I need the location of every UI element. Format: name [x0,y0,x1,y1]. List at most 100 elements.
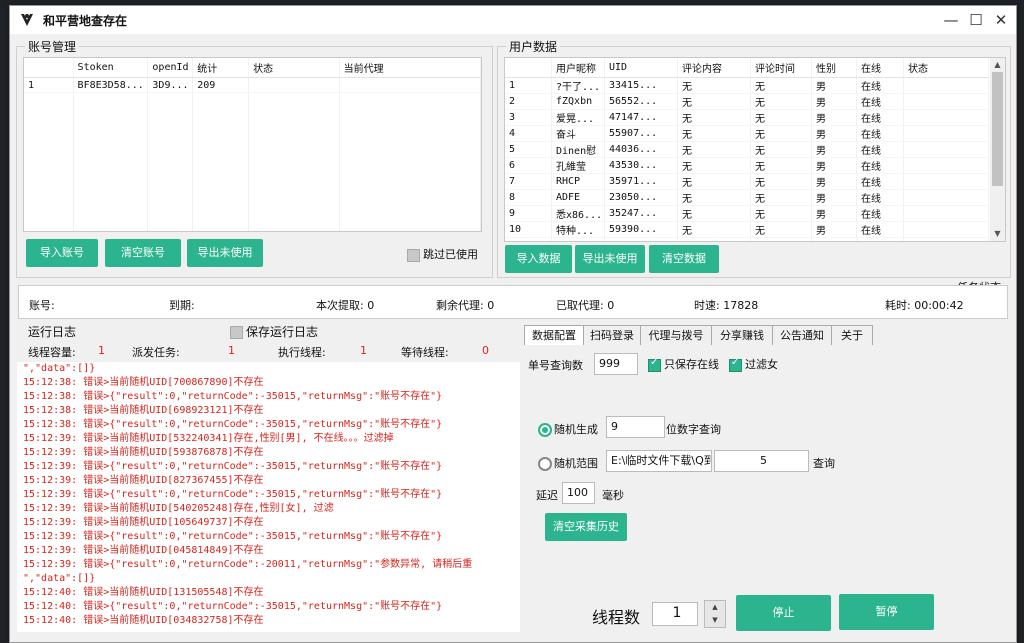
save-log-checkbox[interactable]: 保存运行日志 [230,323,318,340]
close-icon[interactable]: ✕ [990,10,1012,30]
log-line: 15:12:39: 错误>{"result":0,"returnCode":-3… [23,489,443,500]
stepper-down-icon[interactable]: ▼ [705,614,725,627]
title-bar: 和平营地查存在 — ☐ ✕ [10,6,1016,34]
threads-stepper[interactable]: ▲ ▼ [704,600,726,628]
threads-input[interactable]: 1 [652,602,698,626]
table-row[interactable]: 1 BF8E3D58... 3D9... 209 [24,77,481,93]
column-header[interactable]: 评论内容 [677,58,751,78]
table-cell: 在线 [856,237,904,241]
tab-about[interactable]: 关于 [831,325,873,345]
table-row[interactable]: 6 孔維莹 43530... 无无男在线 [505,157,989,174]
column-header[interactable] [505,58,552,78]
only-online-checkbox[interactable]: 只保存在线 [648,356,719,372]
minimize-icon[interactable]: — [940,10,962,30]
userdata-group-title: 用户数据 [506,38,561,55]
got-proxy-status: 已取代理: 0 [556,299,615,312]
column-header[interactable]: 评论时间 [750,58,812,78]
scroll-up-icon[interactable]: ▲ [990,58,1005,72]
table-row[interactable]: 10 特种... 59390... 无无男在线 [505,221,989,238]
table-cell: 无 [677,109,751,126]
tab-qr-login[interactable]: 扫码登录 [583,325,641,345]
app-logo-icon [21,14,33,26]
scroll-down-icon[interactable]: ▼ [990,227,1005,241]
table-row[interactable]: 9 悉x86... 35247... 无无男在线 [505,205,989,222]
column-header[interactable]: 统计 [192,58,250,78]
table-cell: 56552... [604,93,678,110]
delay-input[interactable]: 100 [562,482,595,504]
clear-data-button[interactable]: 清空数据 [649,245,719,273]
table-cell: 35247... [604,205,678,222]
table-cell [903,173,989,190]
skip-used-checkbox[interactable]: 跳过已使用 [407,246,478,262]
export-unused-data-button[interactable]: 导出未使用 [575,245,645,273]
table-cell: 10 [505,221,552,238]
import-data-button[interactable]: 导入数据 [505,245,572,273]
table-cell: 无 [677,157,751,174]
column-header[interactable]: 状态 [248,58,340,78]
log-line: 15:12:40: 错误>当前随机UID[131505548]不存在 [23,587,264,598]
stop-button[interactable]: 停止 [736,595,831,631]
table-row[interactable]: 2 fZQxbn 56552... 无无男在线 [505,93,989,110]
table-cell: 无 [677,205,751,222]
random-gen-radio[interactable]: 随机生成 [538,421,598,437]
table-row[interactable]: 11AK大帝44685...无无男在线 [505,237,989,241]
column-header[interactable]: 当前代理 [339,58,481,78]
column-header[interactable]: 在线 [856,58,904,78]
log-line: 15:12:39: 错误>当前随机UID[593876878]不存在 [23,447,264,458]
table-cell: 在线 [856,77,904,94]
table-row[interactable]: 5 Dinen慰 44036... 无无男在线 [505,141,989,158]
random-range-radio[interactable]: 随机范围 [538,455,598,471]
column-header[interactable]: Stoken [73,58,149,78]
random-digits-input[interactable]: 9 [606,416,665,438]
tab-share-earn[interactable]: 分享赚钱 [711,325,773,345]
tab-announcement[interactable]: 公告通知 [772,325,832,345]
table-cell: 无 [750,205,812,222]
table-cell: 在线 [856,125,904,142]
log-line: 15:12:39: 错误>当前随机UID[827367455]不存在 [23,475,264,486]
only-online-label: 只保存在线 [664,358,719,371]
scroll-thumb[interactable] [992,72,1003,186]
import-account-button[interactable]: 导入账号 [26,239,98,267]
maximize-icon[interactable]: ☐ [965,10,987,30]
column-header[interactable]: 用户昵称 [551,58,605,78]
column-header[interactable] [24,58,74,78]
clear-history-button[interactable]: 清空采集历史 [545,513,627,541]
table-cell: fZQxbn [551,93,605,110]
tab-data-config[interactable]: 数据配置 [524,325,584,346]
column-header[interactable]: 状态 [903,58,989,78]
table-row[interactable]: 7 RHCP 35971... 无无男在线 [505,173,989,190]
table-cell: 无 [750,93,812,110]
skip-used-label: 跳过已使用 [423,248,478,261]
pause-button[interactable]: 暂停 [839,594,934,630]
tab-proxy-dial[interactable]: 代理与拨号 [640,325,712,345]
log-line: 15:12:39: 错误>当前随机UID[532240341]存在,性别[男],… [23,433,394,444]
single-query-input[interactable]: 999 [594,353,638,375]
table-cell: 男 [811,189,857,206]
table-row[interactable]: 3 爱晃... 47147... 无无男在线 [505,109,989,126]
clear-account-button[interactable]: 清空账号 [105,239,181,267]
checkbox-icon [407,248,420,262]
export-unused-account-button[interactable]: 导出未使用 [187,239,263,267]
filter-female-checkbox[interactable]: 过滤女 [729,356,778,372]
checkbox-icon [230,326,243,339]
table-row[interactable]: 1 ?干了... 33415... 无无男在线 [505,77,989,94]
table-row[interactable]: 4 奋斗 55907... 无无男在线 [505,125,989,142]
random-range-label: 随机范围 [554,457,598,470]
table-cell: 在线 [856,93,904,110]
column-header[interactable]: openId [147,58,194,78]
account-group-title: 账号管理 [25,38,80,55]
stepper-up-icon[interactable]: ▲ [705,601,725,614]
account-table[interactable]: Stoken openId 统计 状态 当前代理 1 BF8E3D58... 3… [23,57,482,232]
run-log[interactable]: ","data":[]} 15:12:38: 错误>当前随机UID[7008678… [17,362,520,632]
userdata-table[interactable]: 用户昵称 UID 评论内容 评论时间 性别 在线 状态 1 ?干了... 33415… [504,57,1006,242]
range-path-input[interactable]: E:\临时文件下载\Q到 [606,450,712,472]
userdata-scrollbar[interactable]: ▲ ▼ [990,58,1005,241]
table-cell: 无 [750,237,812,241]
table-cell: 在线 [856,173,904,190]
table-cell: 在线 [856,205,904,222]
table-cell: BF8E3D58... [73,77,149,93]
range-value-input[interactable]: 5 [714,450,809,472]
column-header[interactable]: 性别 [811,58,857,78]
column-header[interactable]: UID [604,58,678,78]
table-row[interactable]: 8 ADFE 23050... 无无男在线 [505,189,989,206]
